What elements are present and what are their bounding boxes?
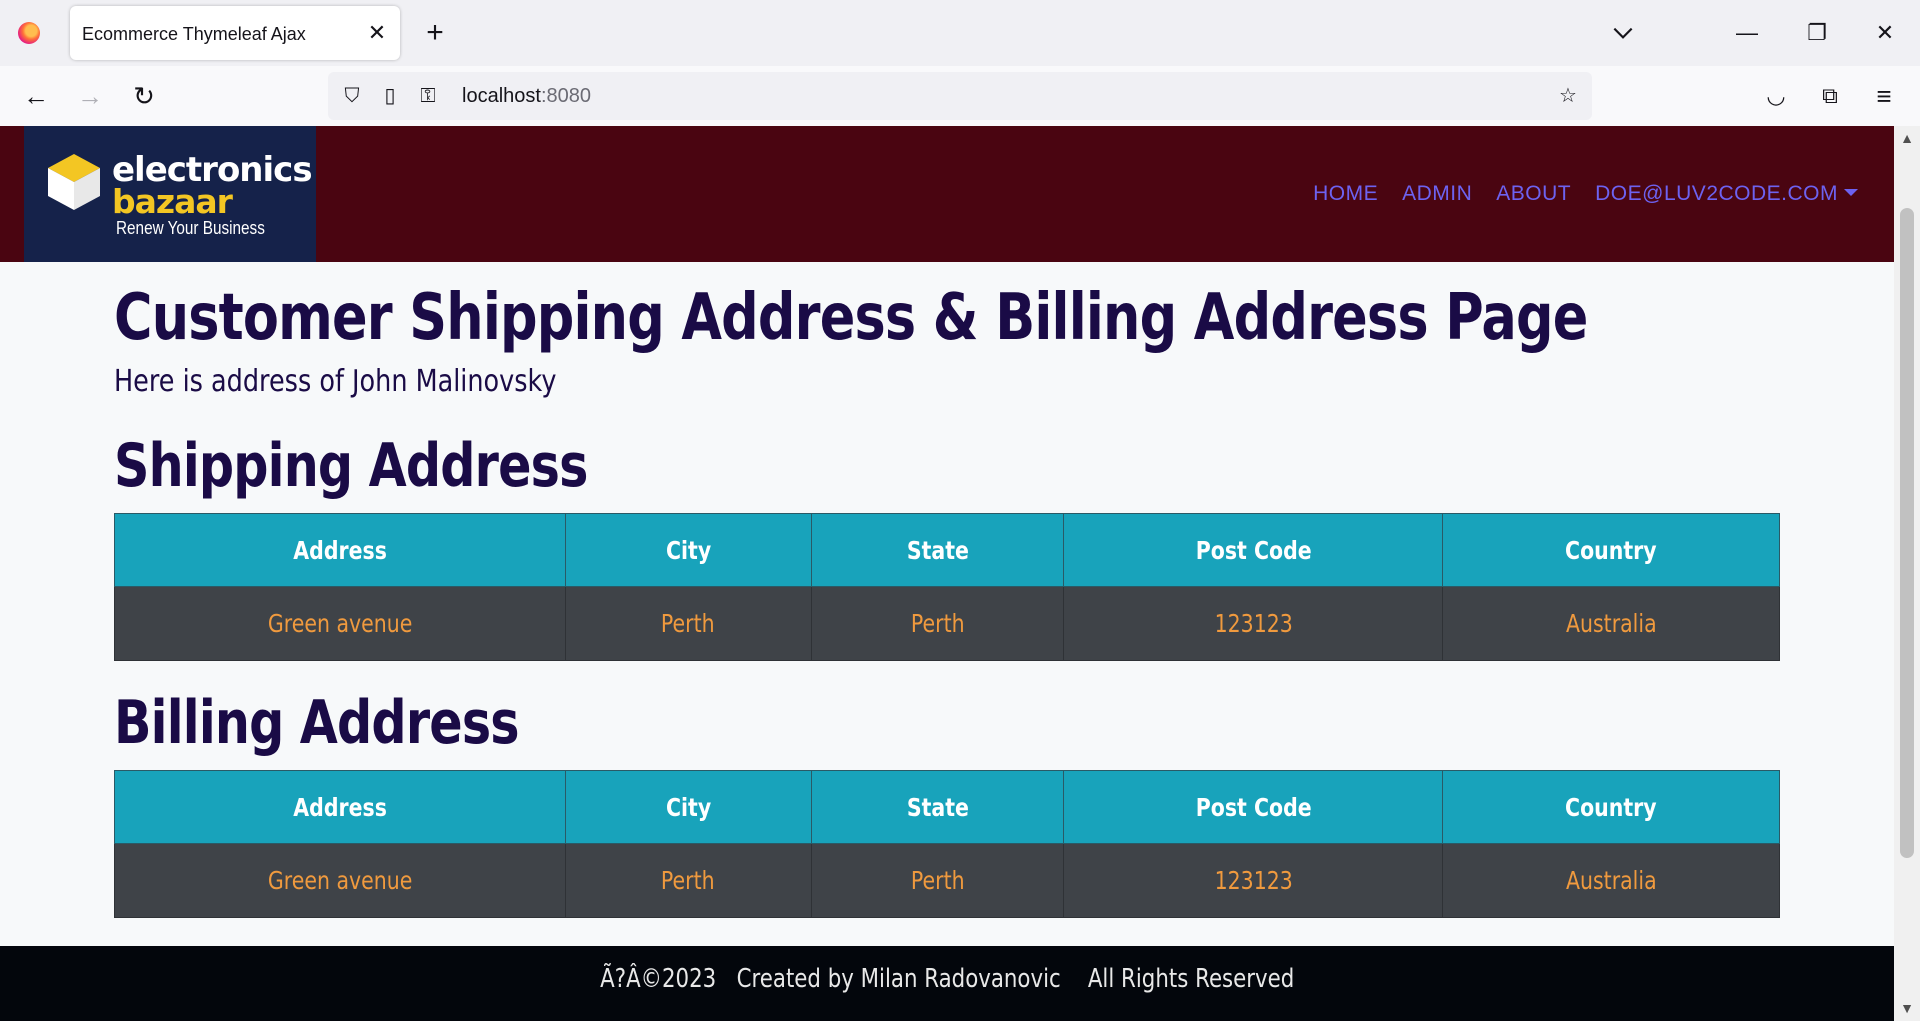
col-city: City: [564, 770, 812, 844]
url-text[interactable]: localhost:8080: [462, 85, 591, 108]
col-city: City: [564, 513, 812, 587]
billing-table: Address City State Post Code Country Gre…: [114, 770, 1780, 918]
tab-title: Ecommerce Thymeleaf Ajax: [82, 24, 306, 44]
page-subtitle: Here is address of John Malinovsky: [114, 364, 557, 399]
table-header-row: Address City State Post Code Country: [114, 770, 1780, 844]
scroll-down-icon[interactable]: ▼: [1898, 1000, 1916, 1018]
site-logo[interactable]: electronics bazaar Renew Your Business: [24, 126, 316, 262]
cell-country: Australia: [1442, 586, 1780, 661]
cell-address: Green avenue: [114, 843, 566, 918]
col-post-code: Post Code: [1063, 770, 1444, 844]
page-icon[interactable]: ▯: [376, 82, 404, 110]
browser-tab-bar: Ecommerce Thymeleaf Ajax ✕ + — ❐ ✕: [0, 0, 1920, 66]
footer-text: Ã?Â©2023 Created by Milan Radovanovic Al…: [599, 964, 1295, 994]
close-tab-icon[interactable]: ✕: [364, 20, 390, 46]
forward-icon[interactable]: →: [74, 80, 106, 112]
page-viewport: electronics bazaar Renew Your Business H…: [0, 126, 1894, 1021]
restore-icon[interactable]: ❐: [1800, 16, 1834, 50]
scroll-up-icon[interactable]: ▲: [1898, 130, 1916, 148]
new-tab-icon[interactable]: +: [420, 18, 450, 48]
menu-admin[interactable]: ADMIN: [1402, 182, 1472, 206]
minimize-icon[interactable]: —: [1730, 16, 1764, 50]
cell-post-code: 123123: [1063, 843, 1444, 918]
shield-icon[interactable]: ⛉: [338, 82, 366, 110]
chevron-down-icon[interactable]: [1610, 20, 1636, 46]
menu-user-dropdown[interactable]: DOE@LUV2CODE.COM: [1595, 182, 1858, 206]
page-title: Customer Shipping Address & Billing Addr…: [114, 281, 1588, 355]
user-email: DOE@LUV2CODE.COM: [1595, 182, 1838, 205]
pocket-icon[interactable]: ◡: [1760, 80, 1792, 112]
shipping-table: Address City State Post Code Country Gre…: [114, 513, 1780, 661]
key-icon[interactable]: ⚿: [414, 82, 442, 110]
site-footer: Ã?Â©2023 Created by Milan Radovanovic Al…: [0, 946, 1894, 1021]
table-header-row: Address City State Post Code Country: [114, 513, 1780, 587]
site-header: electronics bazaar Renew Your Business H…: [0, 126, 1894, 262]
cell-address: Green avenue: [114, 586, 566, 661]
url-bar[interactable]: ⛉ ▯ ⚿ localhost:8080 ☆: [328, 72, 1592, 120]
back-icon[interactable]: ←: [20, 80, 52, 112]
star-icon[interactable]: ☆: [1554, 82, 1582, 110]
cell-city: Perth: [564, 843, 812, 918]
menu-home[interactable]: HOME: [1313, 182, 1378, 206]
cell-city: Perth: [564, 586, 812, 661]
table-row: Green avenue Perth Perth 123123 Australi…: [114, 586, 1780, 661]
table-row: Green avenue Perth Perth 123123 Australi…: [114, 843, 1780, 918]
caret-down-icon: [1844, 189, 1858, 196]
logo-line2: bazaar: [112, 182, 233, 221]
close-window-icon[interactable]: ✕: [1868, 16, 1902, 50]
url-host: localhost: [462, 85, 541, 107]
url-port: :8080: [540, 85, 591, 107]
col-post-code: Post Code: [1063, 513, 1444, 587]
firefox-icon: [18, 22, 40, 44]
col-state: State: [810, 513, 1065, 587]
billing-heading: Billing Address: [114, 688, 520, 758]
menu-icon[interactable]: ≡: [1868, 80, 1900, 112]
col-country: Country: [1442, 770, 1780, 844]
col-country: Country: [1442, 513, 1780, 587]
cube-logo-icon: [48, 154, 100, 210]
col-address: Address: [114, 770, 566, 844]
extensions-icon[interactable]: ⧉: [1814, 80, 1846, 112]
browser-toolbar: ← → ↻ ⛉ ▯ ⚿ localhost:8080 ☆ ◡ ⧉ ≡: [0, 66, 1920, 126]
cell-country: Australia: [1442, 843, 1780, 918]
browser-tab[interactable]: Ecommerce Thymeleaf Ajax ✕: [70, 6, 400, 60]
scrollbar-thumb[interactable]: [1900, 208, 1914, 858]
logo-tagline: Renew Your Business: [116, 218, 265, 238]
cell-state: Perth: [810, 843, 1065, 918]
col-state: State: [810, 770, 1065, 844]
shipping-heading: Shipping Address: [114, 431, 588, 501]
cell-post-code: 123123: [1063, 586, 1444, 661]
reload-icon[interactable]: ↻: [128, 80, 160, 112]
cell-state: Perth: [810, 586, 1065, 661]
col-address: Address: [114, 513, 566, 587]
menu-about[interactable]: ABOUT: [1496, 182, 1571, 206]
main-menu: HOME ADMIN ABOUT DOE@LUV2CODE.COM: [1313, 182, 1858, 206]
